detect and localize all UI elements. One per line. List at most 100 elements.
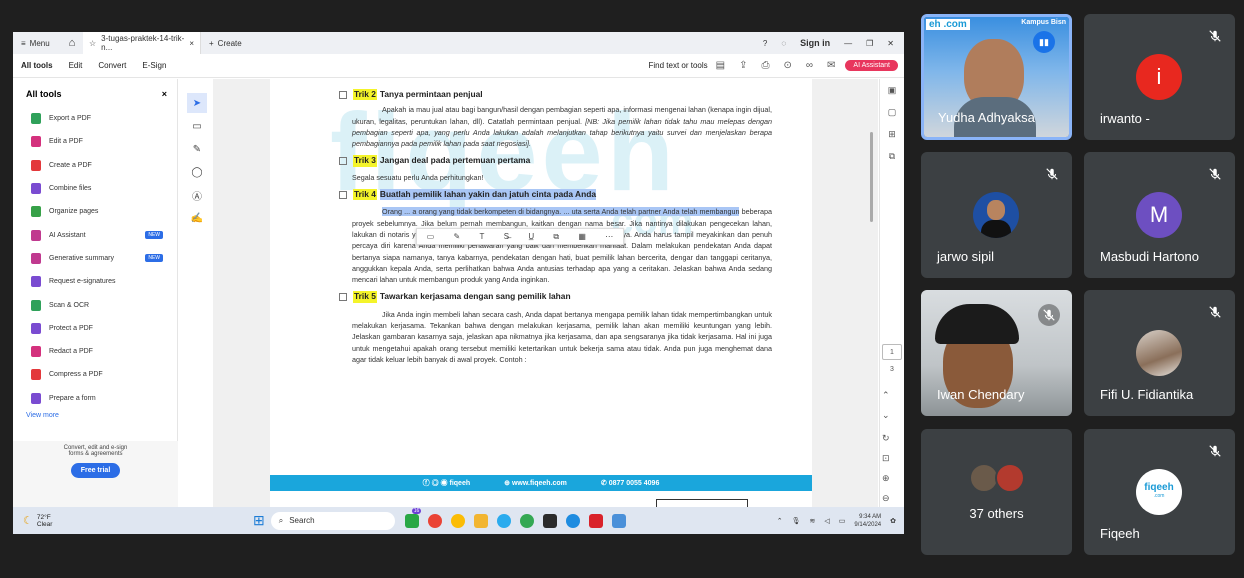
copilot-icon[interactable]: ✿ (890, 517, 896, 525)
star-icon[interactable]: ☆ (89, 39, 96, 48)
upload-icon[interactable]: ⇪ (739, 60, 747, 71)
sign-tool-icon[interactable]: ✍ (187, 208, 207, 228)
comment-tool-icon[interactable]: ▭ (187, 116, 207, 136)
tool-item[interactable]: Scan & OCR (13, 293, 177, 316)
acrobat-icon[interactable] (588, 513, 603, 528)
notification-icon[interactable]: ◌ (781, 39, 786, 48)
nav-edit[interactable]: Edit (61, 61, 91, 70)
participant-tile-masbudi[interactable]: M Masbudi Hartono (1084, 152, 1235, 278)
tool-item[interactable]: AI Assistant NEW (13, 223, 177, 246)
text-format-icon[interactable]: T (480, 232, 485, 241)
vertical-scrollbar[interactable] (870, 132, 873, 222)
free-trial-button[interactable]: Free trial (70, 463, 121, 478)
speaker-icon[interactable]: ◁ (824, 517, 829, 525)
sticky-app-icon[interactable] (542, 513, 557, 528)
edge-icon[interactable] (565, 513, 580, 528)
highlight-icon[interactable]: ✎ (454, 232, 461, 241)
tool-label: Redact a PDF (49, 348, 93, 356)
ai-summary-icon[interactable]: ▦ (578, 232, 586, 241)
tool-item[interactable]: Organize pages (13, 200, 177, 223)
participant-name: Fifi U. Fidiantika (1100, 387, 1194, 402)
chrome-icon[interactable] (427, 513, 442, 528)
nav-all-tools[interactable]: All tools (13, 61, 61, 70)
tool-item[interactable]: Compress a PDF (13, 363, 177, 386)
wifi-icon[interactable]: ≋ (810, 517, 816, 525)
select-tool-icon[interactable]: ➤ (187, 93, 207, 113)
pen-tool-icon[interactable]: ✎ (187, 139, 207, 159)
tool-item[interactable]: Export a PDF (13, 107, 177, 130)
current-page-field[interactable]: 1 (882, 344, 902, 360)
tool-item[interactable]: Create a PDF (13, 154, 177, 177)
taskbar-clock[interactable]: 9:34 AM 9/14/2024 (854, 513, 881, 529)
participant-tile-jarwo[interactable]: jarwo sipil (921, 152, 1072, 278)
copy-icon[interactable]: ⧉ (553, 232, 559, 242)
mic-tray-icon[interactable]: 🎙︎ (792, 517, 801, 525)
create-tab-button[interactable]: + Create (201, 39, 242, 48)
document-viewport[interactable]: fiqeeh .com Trik 2 Tanya permintaan penju… (213, 79, 878, 507)
minimize-icon[interactable]: — (844, 39, 852, 48)
close-tab-icon[interactable]: × (189, 39, 194, 48)
participant-tile-fifi[interactable]: Fifi U. Fidiantika (1084, 290, 1235, 416)
sign-in-button[interactable]: Sign in (800, 38, 830, 48)
zoom-in-icon[interactable]: ⊕ (882, 467, 890, 489)
document-tab[interactable]: ☆ 3-tugas-praktek-14-trik-n... × (83, 32, 201, 54)
help-icon[interactable]: ? (763, 39, 767, 48)
tool-item[interactable]: Redact a PDF (13, 340, 177, 363)
chevron-up-icon[interactable]: ⌃ (777, 517, 783, 525)
page-down-icon[interactable]: ⌄ (882, 404, 890, 426)
taskbar-search[interactable]: ⌕ Search (270, 511, 395, 530)
tool-item[interactable]: Generative summary NEW (13, 247, 177, 270)
text-tool-icon[interactable]: Ⓐ (187, 185, 207, 205)
tool-item[interactable]: Combine files (13, 177, 177, 200)
close-panel-icon[interactable]: × (162, 89, 167, 99)
telegram-icon[interactable] (496, 513, 511, 528)
close-window-icon[interactable]: ✕ (887, 39, 894, 48)
save-icon[interactable]: ▤ (716, 60, 725, 71)
new-badge: NEW (145, 231, 163, 240)
whatsapp-icon[interactable]: 16 (404, 507, 422, 528)
snipping-tool-icon[interactable] (611, 513, 626, 528)
underline-icon[interactable]: U̲ (528, 232, 534, 241)
nav-convert[interactable]: Convert (90, 61, 134, 70)
tool-item[interactable]: Request e-signatures (13, 270, 177, 293)
strikethrough-icon[interactable]: S̶ (504, 232, 509, 241)
rotate-icon[interactable]: ↻ (882, 427, 890, 449)
participant-tile-fiqeeh[interactable]: fiqeeh .com Fiqeeh (1084, 429, 1235, 555)
bookmark-icon[interactable]: ⊞ (880, 123, 904, 145)
maximize-icon[interactable]: ❐ (866, 39, 873, 48)
zoom-out-icon[interactable]: ⊖ (882, 487, 890, 509)
participant-tile-yudha[interactable]: eh .com Kampus Bisn ▮▮ Yudha Adhyaksa (921, 14, 1072, 140)
participant-tile-iwan[interactable]: Iwan Chendary (921, 290, 1072, 416)
meeting-window: ≡ Menu ⌂ ☆ 3-tugas-praktek-14-trik-n... × +… (0, 0, 1244, 578)
comments-icon[interactable]: ▢ (880, 101, 904, 123)
tool-item[interactable]: Prepare a form (13, 387, 177, 410)
nav-esign[interactable]: E-Sign (134, 61, 174, 70)
menu-button[interactable]: ≡ Menu (13, 39, 61, 48)
chrome-profile-icon[interactable] (450, 513, 465, 528)
ai-assistant-button[interactable]: AI Assistant (845, 60, 898, 71)
mail-icon[interactable]: ✉ (827, 60, 835, 71)
more-options-icon[interactable]: ⋯ (605, 232, 613, 241)
find-tools-input[interactable]: Find text or tools (649, 61, 708, 70)
windows-start-icon[interactable]: ⊞ (253, 512, 265, 529)
tool-item[interactable]: Protect a PDF (13, 317, 177, 340)
others-tile[interactable]: 37 others (921, 429, 1072, 555)
link-icon[interactable]: ∞ (806, 60, 813, 71)
file-explorer-icon[interactable] (473, 513, 488, 528)
tool-item[interactable]: Edit a PDF (13, 130, 177, 153)
weather-widget[interactable]: ☾ 72°F Clear (13, 514, 253, 528)
participant-tile-irwanto[interactable]: i irwanto - (1084, 14, 1235, 140)
view-more-link[interactable]: View more (13, 412, 177, 419)
lasso-tool-icon[interactable]: ◯ (187, 162, 207, 182)
chrome-alt-icon[interactable] (519, 513, 534, 528)
ai-panel-icon[interactable]: ▣ (880, 79, 904, 101)
search-text-icon[interactable]: ⊙ (784, 60, 792, 71)
mic-off-icon (1207, 443, 1223, 459)
home-icon[interactable]: ⌂ (61, 37, 83, 49)
print-icon[interactable]: ⎙ (762, 60, 770, 71)
pages-icon[interactable]: ⧉ (880, 145, 904, 167)
comment-icon[interactable]: ▭ (427, 232, 435, 241)
page-up-icon[interactable]: ⌃ (882, 384, 890, 406)
fit-page-icon[interactable]: ⊡ (882, 447, 890, 469)
battery-icon[interactable]: ▭ (839, 517, 846, 525)
